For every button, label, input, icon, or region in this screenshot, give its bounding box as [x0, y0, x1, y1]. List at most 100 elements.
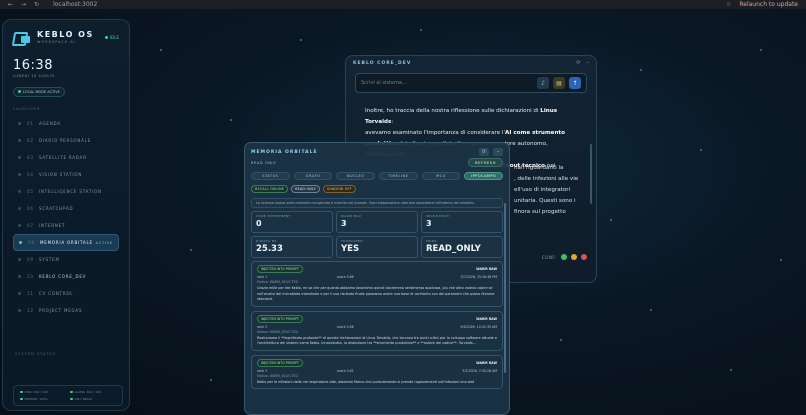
- browser-nav: ← → ↻: [8, 1, 39, 8]
- chat-input[interactable]: [361, 80, 533, 86]
- address-bar[interactable]: localhost:3002: [53, 1, 726, 8]
- launcher-title: LAUNCHER: [13, 107, 41, 111]
- window-controls: ⟳ –: [479, 148, 503, 156]
- memory-cards: INJECTED INTO PROMPT WARM RAW rank 1 score…: [251, 261, 503, 389]
- brand-name: KEBLO OS: [37, 30, 94, 39]
- forward-icon[interactable]: →: [21, 1, 26, 8]
- send-icon[interactable]: ↑: [569, 77, 581, 89]
- item-dot-icon: [18, 173, 21, 176]
- tab-ippocampo[interactable]: IPPOCAMPO: [464, 172, 504, 180]
- refresh-button[interactable]: REFRESH: [467, 158, 503, 167]
- item-label: VISION STATION: [39, 172, 83, 177]
- message-fragment: , delle infezioni alle vie: [514, 176, 579, 182]
- item-number: 08: [28, 240, 35, 245]
- status-dot-icon: [20, 390, 23, 394]
- item-label: INTELLIGENCE STATION: [39, 189, 102, 194]
- sidebar-item-vision[interactable]: 04 VISION STATION: [13, 166, 119, 183]
- stat-label: TRUNCATED: [341, 239, 363, 243]
- injected-badge: INJECTED INTO PROMPT: [257, 314, 303, 323]
- status-dot-icon: [104, 35, 108, 39]
- item-label: DIARIO PERSONALE: [39, 138, 92, 143]
- brand-subtitle: WORKSPACE AI: [37, 40, 76, 44]
- item-number: 01: [27, 121, 34, 126]
- item-dot-icon: [18, 292, 21, 295]
- stat-card: SELEZIONATI 3: [421, 211, 503, 233]
- message-text: Inoltre, ho traccia della nostra rifless…: [365, 108, 541, 114]
- sidebar-item-core-dev[interactable]: 10 KEBLO CORE_DEV: [13, 268, 119, 285]
- microphone-icon[interactable]: ♪: [537, 77, 549, 89]
- read-only-chip: READ ONLY: [291, 185, 320, 193]
- tab-mcu[interactable]: MCU: [421, 172, 461, 180]
- memory-reason: Motivo: WARM_SELECTED: [257, 373, 298, 378]
- item-dot-icon: [18, 309, 21, 312]
- sidebar-item-internet[interactable]: 07 INTERNET: [13, 217, 119, 234]
- stats-grid: CODE EXPERIMENT 0 WARM MAX 3 SELEZIONATI 3 …: [251, 211, 503, 258]
- tab-timeline[interactable]: TIMELINE: [379, 172, 418, 180]
- item-number: 05: [27, 189, 34, 194]
- confidence-label: CONF:: [542, 254, 557, 260]
- tab-nucleo[interactable]: NUCLEO: [336, 172, 376, 180]
- browser-toolbar: ← → ↻ localhost:3002 ☆ Relaunch to updat…: [0, 0, 806, 9]
- status-dot-icon: [70, 397, 73, 401]
- image-upload-icon[interactable]: ▤: [553, 77, 565, 89]
- minimize-icon[interactable]: –: [493, 148, 503, 156]
- item-number: 06: [27, 206, 34, 211]
- local-mode-label: LOCAL MODE ACTIVE: [23, 89, 60, 94]
- reload-icon[interactable]: ↻: [34, 1, 39, 8]
- sidebar: KEBLO OS WORKSPACE AI IDLE 16:38 LUNEDI …: [2, 19, 130, 411]
- stat-card: CODE EXPERIMENT 0: [251, 211, 333, 233]
- memory-card[interactable]: INJECTED INTO PROMPT WARM RAW rank 2 score…: [251, 310, 503, 351]
- sidebar-item-scratchpad[interactable]: 06 SCRATCHPAD: [13, 200, 119, 217]
- system-status-box: DISK: 100 / 100 LLAMA: 100 / 100 MEMORY:…: [13, 385, 123, 406]
- sidebar-item-project-megas[interactable]: 12 PROJECT MEGAS: [13, 302, 119, 319]
- active-tag: ACTIVE: [95, 240, 113, 245]
- item-label: MEMORIA ORBITALE: [40, 240, 93, 245]
- stat-label: MODE: [426, 239, 437, 243]
- shadow-off-chip: SHADOW OFF: [322, 185, 356, 193]
- brand: KEBLO OS WORKSPACE AI IDLE: [13, 30, 119, 44]
- tab-grafo[interactable]: GRAFO: [293, 172, 333, 180]
- system-label: MEMORY: 100%: [24, 397, 48, 401]
- injected-badge: INJECTED INTO PROMPT: [257, 265, 303, 273]
- memory-kind: WARM RAW: [476, 267, 497, 271]
- item-number: 11: [27, 291, 34, 296]
- item-dot-icon: [18, 156, 21, 159]
- tab-status[interactable]: STATUS: [251, 172, 290, 180]
- sidebar-item-system[interactable]: 09 SYSTEM: [13, 251, 119, 268]
- back-icon[interactable]: ←: [8, 1, 13, 8]
- memory-rank: rank 3: [257, 368, 268, 373]
- sidebar-item-intelligence[interactable]: 05 INTELLIGENCE STATION: [13, 183, 119, 200]
- sidebar-item-memoria-orbitale[interactable]: 08 MEMORIA ORBITALE ACTIVE: [13, 234, 119, 251]
- relaunch-update-button[interactable]: Relaunch to update: [739, 1, 798, 8]
- confidence-green-dot: [560, 254, 567, 260]
- item-number: 12: [27, 308, 34, 313]
- stat-label: WARM MAX: [341, 214, 362, 218]
- core-scrollbar[interactable]: [590, 144, 592, 204]
- minimize-icon[interactable]: –: [587, 60, 590, 66]
- sidebar-item-satellite[interactable]: 03 SATELLITE RADAR: [13, 149, 119, 166]
- refresh-icon[interactable]: ⟳: [576, 60, 580, 66]
- system-row: DISK: 100 / 100: [20, 389, 66, 395]
- date-label: LUNEDI 10 LUGLIO: [13, 74, 55, 78]
- memory-card[interactable]: INJECTED INTO PROMPT WARM RAW rank 3 score…: [251, 354, 503, 389]
- memoria-subheader: READ ONLY REFRESH: [245, 156, 509, 169]
- stat-label: CODE EXPERIMENT: [256, 214, 291, 218]
- refresh-icon[interactable]: ⟳: [479, 148, 489, 156]
- launcher-menu: 01 AGENDA 02 DIARIO PERSONALE 03 SATELLITE …: [13, 115, 119, 319]
- item-label: CV CONTROL: [39, 291, 74, 296]
- sidebar-item-agenda[interactable]: 01 AGENDA: [13, 115, 119, 132]
- memoria-scrollbar[interactable]: [504, 203, 506, 373]
- message-fragment: finora sul progetto: [514, 209, 566, 215]
- stat-value: 3: [341, 219, 347, 228]
- sidebar-item-cv-control[interactable]: 11 CV CONTROL: [13, 285, 119, 302]
- item-number: 04: [27, 172, 34, 177]
- confidence-amber-dot: [570, 254, 577, 260]
- memory-card[interactable]: INJECTED INTO PROMPT WARM RAW rank 1 score…: [251, 261, 503, 307]
- system-label: DISK: 100 / 100: [24, 390, 48, 394]
- status-dot-icon: [70, 390, 73, 394]
- sidebar-item-diario[interactable]: 02 DIARIO PERSONALE: [13, 132, 119, 149]
- keblo-logo-icon: [13, 30, 31, 44]
- memory-reason: Motivo: WARM_SELECTED: [257, 329, 298, 334]
- star-icon[interactable]: ☆: [726, 1, 731, 8]
- stat-card: TRUNCATED YES: [336, 236, 418, 258]
